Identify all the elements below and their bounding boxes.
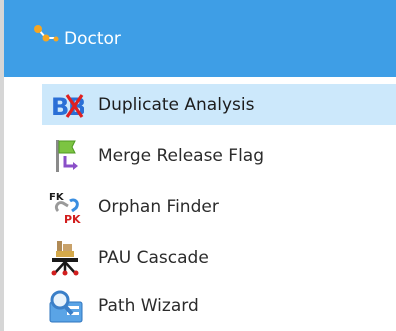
orphan-finder-icon: FK PK bbox=[49, 192, 81, 225]
menu-item-duplicate-analysis[interactable]: B B Duplicate Analysis bbox=[42, 84, 396, 125]
path-wizard-icon bbox=[49, 290, 83, 322]
doctor-section-header[interactable]: Doctor bbox=[4, 0, 396, 77]
svg-text:PK: PK bbox=[64, 213, 81, 225]
menu-item-label: Merge Release Flag bbox=[98, 145, 265, 166]
menu-item-label: Path Wizard bbox=[98, 295, 199, 316]
menu-item-pau-cascade[interactable]: PAU Cascade bbox=[42, 237, 396, 278]
menu-item-label: Orphan Finder bbox=[98, 196, 219, 217]
duplicate-analysis-icon-text: B bbox=[51, 93, 69, 121]
menu-item-path-wizard[interactable]: Path Wizard bbox=[42, 285, 396, 326]
merge-release-flag-icon bbox=[56, 139, 78, 172]
section-title: Doctor bbox=[64, 29, 121, 49]
duplicate-analysis-icon: B B bbox=[51, 93, 84, 121]
pau-cascade-icon bbox=[51, 240, 79, 275]
menu-item-label: Duplicate Analysis bbox=[98, 94, 255, 115]
menu-item-label: PAU Cascade bbox=[98, 247, 209, 268]
menu-item-orphan-finder[interactable]: FK PK Orphan Finder bbox=[42, 186, 396, 227]
menu-item-merge-release-flag[interactable]: Merge Release Flag bbox=[42, 135, 396, 176]
doctor-tree-icon bbox=[34, 25, 59, 42]
